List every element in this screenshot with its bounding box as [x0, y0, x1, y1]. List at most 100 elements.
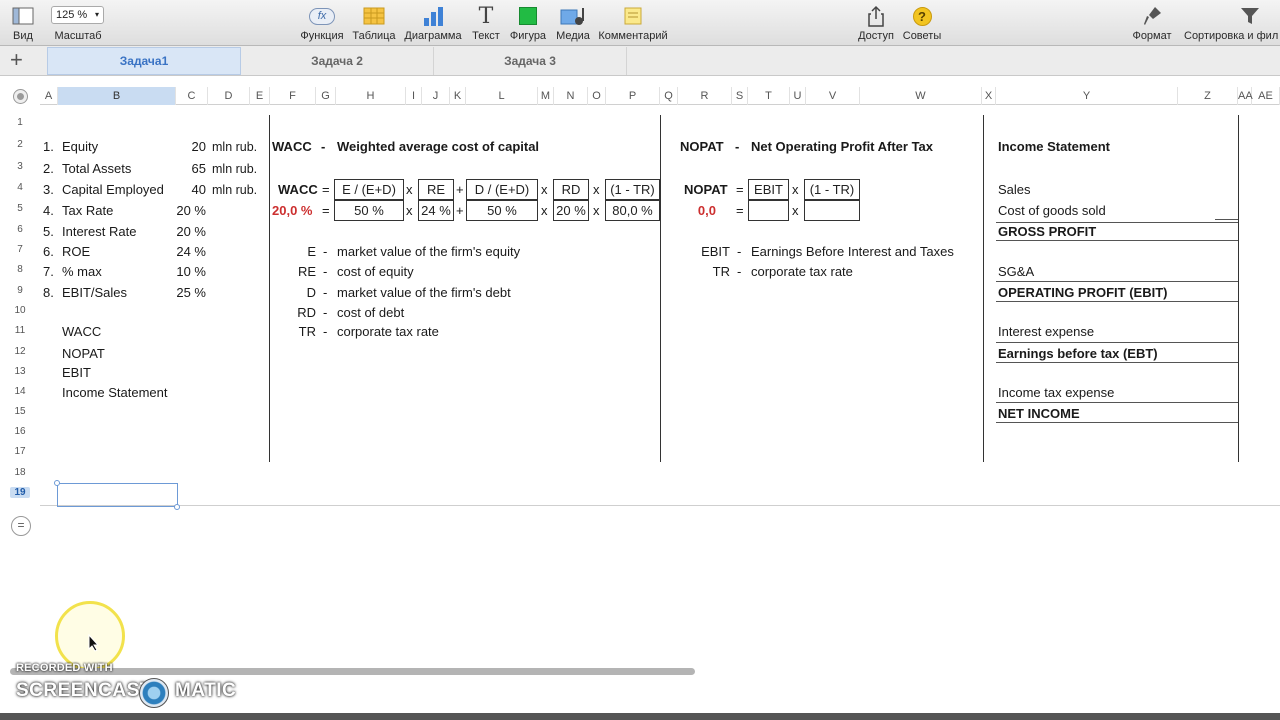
row-header[interactable]: 3	[10, 161, 30, 172]
col-header[interactable]: M	[538, 87, 554, 105]
table-button[interactable]: Таблица	[352, 4, 396, 42]
row-header[interactable]: 13	[10, 366, 30, 377]
income-line[interactable]: Interest expense	[998, 324, 1094, 339]
input-label[interactable]: EBIT/Sales	[62, 285, 127, 300]
row-header[interactable]: 4	[10, 182, 30, 193]
chart-button[interactable]: Диаграмма	[404, 4, 462, 42]
selected-cell[interactable]	[57, 483, 178, 507]
input-value[interactable]: 24 %	[166, 244, 206, 259]
wacc-term-box[interactable]: D / (E+D)	[466, 179, 538, 200]
row-header[interactable]: 17	[10, 446, 30, 457]
wacc-term-box[interactable]: RE	[418, 179, 454, 200]
col-header[interactable]: J	[422, 87, 450, 105]
row-header[interactable]: 11	[10, 325, 30, 336]
col-header[interactable]: G	[316, 87, 336, 105]
input-value[interactable]: 20	[180, 139, 206, 154]
income-line[interactable]: Sales	[998, 182, 1031, 197]
function-button[interactable]: fx Функция	[300, 4, 344, 42]
wacc-term-box[interactable]: (1 - TR)	[605, 179, 660, 200]
input-value[interactable]: 40	[180, 182, 206, 197]
nopat-value-box-tax[interactable]	[804, 200, 860, 221]
col-header[interactable]: X	[982, 87, 996, 105]
select-all-icon[interactable]	[13, 89, 28, 104]
share-button[interactable]: Доступ	[856, 4, 896, 42]
col-header[interactable]: H	[336, 87, 406, 105]
wacc-value-box[interactable]: 50 %	[334, 200, 404, 221]
col-header[interactable]: AA	[1238, 87, 1253, 105]
row-header[interactable]: 5	[10, 203, 30, 214]
income-line[interactable]: SG&A	[998, 264, 1034, 279]
wacc-term-box[interactable]: E / (E+D)	[334, 179, 404, 200]
input-value[interactable]: 10 %	[166, 264, 206, 279]
row-header[interactable]: 12	[10, 346, 30, 357]
input-label[interactable]: Tax Rate	[62, 203, 113, 218]
add-sheet-button[interactable]: +	[10, 49, 23, 71]
col-header[interactable]: U	[790, 87, 806, 105]
input-label[interactable]: Total Assets	[62, 161, 131, 176]
media-button[interactable]: Медиа	[554, 4, 592, 42]
col-header[interactable]: O	[588, 87, 606, 105]
wacc-result[interactable]: 20,0 %	[272, 203, 312, 218]
view-button[interactable]: Вид	[8, 4, 38, 42]
input-label[interactable]: Equity	[62, 139, 98, 154]
col-header[interactable]: B	[58, 87, 176, 105]
input-label[interactable]: ROE	[62, 244, 90, 259]
input-label[interactable]: Capital Employed	[62, 182, 164, 197]
col-header[interactable]: D	[208, 87, 250, 105]
col-header[interactable]: I	[406, 87, 422, 105]
wacc-value-box[interactable]: 80,0 %	[605, 200, 660, 221]
col-header[interactable]: V	[806, 87, 860, 105]
col-header[interactable]: R	[678, 87, 732, 105]
tab-zadacha2[interactable]: Задача 2	[241, 47, 434, 75]
row-header[interactable]: 8	[10, 264, 30, 275]
col-header[interactable]: L	[466, 87, 538, 105]
nopat-term-box[interactable]: (1 - TR)	[804, 179, 860, 200]
income-line-total[interactable]: Earnings before tax (EBT)	[998, 346, 1158, 361]
col-header[interactable]: K	[450, 87, 466, 105]
col-header[interactable]: Y	[996, 87, 1178, 105]
row-header[interactable]: 6	[10, 224, 30, 235]
nopat-term-box[interactable]: EBIT	[748, 179, 789, 200]
wacc-value-box[interactable]: 50 %	[466, 200, 538, 221]
input-value[interactable]: 25 %	[166, 285, 206, 300]
col-header[interactable]: S	[732, 87, 748, 105]
link-income-statement[interactable]: Income Statement	[62, 385, 168, 400]
row-header[interactable]: 14	[10, 386, 30, 397]
shape-button[interactable]: Фигура	[508, 4, 548, 42]
col-header[interactable]: A	[40, 87, 58, 105]
row-header[interactable]: 9	[10, 285, 30, 296]
income-line-total[interactable]: OPERATING PROFIT (EBIT)	[998, 285, 1167, 300]
add-row-button[interactable]: =	[11, 516, 31, 536]
col-header[interactable]: W	[860, 87, 982, 105]
wacc-value-box[interactable]: 20 %	[553, 200, 589, 221]
wacc-term-box[interactable]: RD	[553, 179, 589, 200]
col-header[interactable]: T	[748, 87, 790, 105]
nopat-value-box-ebit[interactable]	[748, 200, 789, 221]
col-header[interactable]: E	[250, 87, 270, 105]
row-header[interactable]: 10	[10, 305, 30, 316]
text-button[interactable]: T Текст	[470, 4, 502, 43]
col-header[interactable]: Z	[1178, 87, 1238, 105]
row-header[interactable]: 2	[10, 139, 30, 150]
col-header[interactable]: C	[176, 87, 208, 105]
row-header[interactable]: 7	[10, 244, 30, 255]
input-value[interactable]: 20 %	[166, 224, 206, 239]
wacc-value-box[interactable]: 24 %	[418, 200, 454, 221]
tab-zadacha3[interactable]: Задача 3	[434, 47, 627, 75]
row-header[interactable]: 1	[10, 117, 30, 128]
input-value[interactable]: 20 %	[166, 203, 206, 218]
row-header[interactable]: 16	[10, 426, 30, 437]
input-label[interactable]: Interest Rate	[62, 224, 136, 239]
income-line[interactable]: Cost of goods sold	[998, 203, 1106, 218]
col-header[interactable]: Q	[660, 87, 678, 105]
selection-handle[interactable]	[174, 504, 180, 510]
row-header[interactable]: 15	[10, 406, 30, 417]
input-label[interactable]: % max	[62, 264, 102, 279]
row-header[interactable]: 18	[10, 467, 30, 478]
row-header-selected[interactable]: 19	[10, 487, 30, 498]
sort-filter-button[interactable]: Сортировка и фил	[1184, 4, 1280, 42]
tips-button[interactable]: ? Советы	[902, 4, 942, 42]
col-header[interactable]: N	[554, 87, 588, 105]
col-header[interactable]: F	[270, 87, 316, 105]
link-nopat[interactable]: NOPAT	[62, 346, 105, 361]
